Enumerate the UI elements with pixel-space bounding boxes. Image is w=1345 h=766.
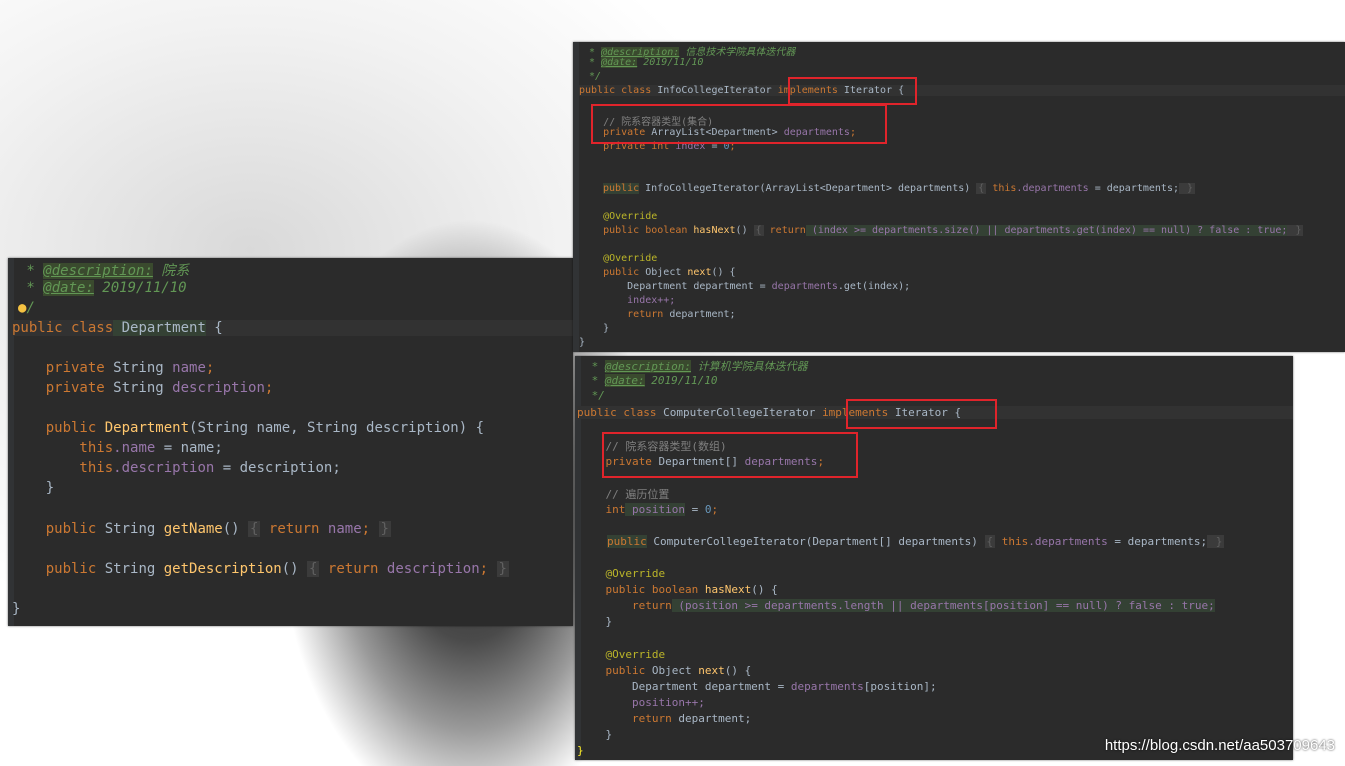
code-line: this.description = description; [12,460,341,476]
code-line: public Department(String name, String de… [12,420,485,436]
code-line: this.name = name; [12,440,223,456]
code-line: } [12,601,21,617]
code-line: * @description: 信息技术学院具体迭代器 [583,47,796,58]
code-line: position++; [579,696,705,709]
code-line: public boolean hasNext() { return (index… [579,225,1304,236]
code-line: * @date: 2019/11/10 [18,280,187,296]
code-line: index++; [579,295,676,306]
code-line: * @date: 2019/11/10 [583,57,704,68]
code-panel-department: * @description: 院系 * @date: 2019/11/10 ●… [8,258,573,626]
code-panel-computer-college-iterator: * @description: 计算机学院具体迭代器 * @date: 2019… [575,356,1293,760]
code-line: } [579,323,610,334]
code-line: Department department = departments[posi… [579,680,937,693]
code-line: * @description: 计算机学院具体迭代器 [585,360,808,373]
code-line: } [579,615,613,628]
code-line: @Override [579,567,666,580]
code-line: @Override [579,648,666,661]
code-line: public class InfoCollegeIterator impleme… [579,85,1345,96]
code-line: } [579,337,586,348]
highlight-box [788,77,917,105]
code-line: return department; [579,309,736,320]
code-line: public String getName() { return name; } [12,521,391,537]
highlight-box [602,432,858,478]
code-line: * @date: 2019/11/10 [585,374,718,387]
code-line: @Override [579,211,658,222]
code-line: Department department = departments.get(… [579,281,911,292]
watermark: https://blog.csdn.net/aa503709643 [1104,737,1335,754]
code-line: public Object next() { [579,267,736,278]
code-line: @Override [579,253,658,264]
code-line: ●/ [18,300,35,316]
code-line: public String getDescription() { return … [12,561,509,577]
code-line: return (position >= departments.length |… [579,599,1215,612]
code-line: int position = 0; [579,503,719,516]
code-line: private String description; [12,380,274,396]
code-line: public InfoCollegeIterator(ArrayList<Dep… [603,183,1196,194]
code-line: return department; [579,712,752,725]
code-line: public Object next() { [579,664,752,677]
code-line: // 遍历位置 [579,488,670,501]
code-panel-info-college-iterator: * @description: 信息技术学院具体迭代器 * @date: 201… [573,42,1345,352]
highlight-box [846,399,997,429]
code-line: public boolean hasNext() { [579,583,778,596]
code-line: * @description: 院系 [18,263,190,279]
code-line: } [12,480,55,496]
code-line: public class Department { [12,320,573,336]
highlight-box [591,104,887,144]
code-line: */ [583,71,602,82]
code-line: public ComputerCollegeIterator(Departmen… [607,535,1225,548]
code-line: private String name; [12,360,215,376]
